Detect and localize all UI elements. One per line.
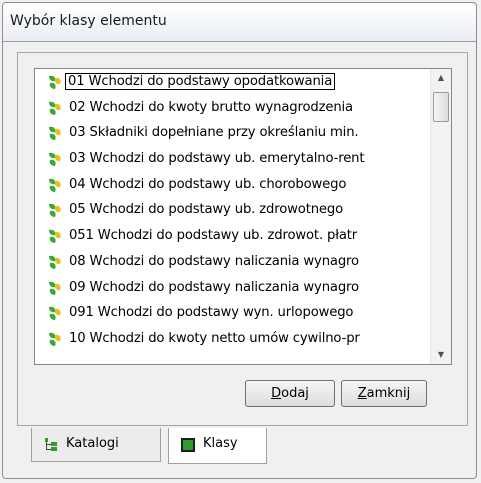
list-item-label: 03 Składniki dopełniane przy określaniu …: [69, 125, 359, 141]
dialog-window: Wybór klasy elementu 01 Wchodzi do podst…: [2, 2, 477, 479]
class-item-icon: [49, 229, 61, 244]
close-button[interactable]: Zamknij: [341, 380, 427, 407]
class-item-icon: [49, 101, 61, 115]
add-accelerator: D: [271, 386, 282, 401]
list-item[interactable]: 05 Wchodzi do podstawy ub. zdrowotnego: [35, 197, 431, 223]
tab-klasy-label: Klasy: [203, 436, 238, 451]
list-item[interactable]: 03 Składniki dopełniane przy określaniu …: [35, 120, 431, 146]
window-title: Wybór klasy elementu: [10, 13, 167, 29]
list-item[interactable]: 091 Wchodzi do podstawy wyn. urlopowego: [35, 300, 431, 326]
class-item-icon: [49, 281, 61, 295]
list-rows: 01 Wchodzi do podstawy opodatkowania 02 W…: [35, 69, 431, 352]
tab-klasy[interactable]: Klasy: [168, 428, 267, 464]
add-label: odaj: [281, 386, 309, 401]
list-item-label: 09 Wchodzi do podstawy naliczania wynagr…: [69, 279, 359, 295]
tab-panel: 01 Wchodzi do podstawy opodatkowania 02 W…: [17, 52, 468, 426]
class-item-icon: [49, 178, 61, 192]
class-item-icon: [49, 204, 61, 218]
title-bar[interactable]: Wybór klasy elementu: [3, 3, 476, 42]
scroll-down-arrow-icon[interactable]: ▼: [431, 346, 451, 364]
list-item-label: 051 Wchodzi do podstawy ub. zdrowot. pła…: [69, 228, 358, 244]
class-square-icon: [181, 438, 195, 452]
list-item-label: 02 Wchodzi do kwoty brutto wynagrodzenia: [69, 99, 353, 115]
class-item-icon: [49, 127, 61, 141]
list-item[interactable]: 01 Wchodzi do podstawy opodatkowania: [35, 69, 431, 95]
class-item-icon: [49, 152, 61, 167]
list-item[interactable]: 04 Wchodzi do podstawy ub. chorobowego: [35, 172, 431, 198]
list-item-label: 03 Wchodzi do podstawy ub. emerytalno-re…: [69, 151, 365, 167]
list-item-label: 01 Wchodzi do podstawy opodatkowania: [64, 73, 336, 90]
close-label: amknij: [366, 386, 411, 401]
vertical-scrollbar[interactable]: ▲ ▼: [430, 69, 451, 364]
list-item-label: 08 Wchodzi do podstawy naliczania wynagr…: [69, 253, 359, 269]
list-item[interactable]: 02 Wchodzi do kwoty brutto wynagrodzenia: [35, 95, 431, 121]
add-button[interactable]: Dodaj: [245, 380, 335, 407]
class-item-icon: [49, 255, 61, 269]
class-listbox[interactable]: 01 Wchodzi do podstawy opodatkowania 02 W…: [34, 68, 452, 365]
list-item-label: 091 Wchodzi do podstawy wyn. urlopowego: [69, 305, 354, 321]
class-item-icon: [49, 332, 61, 346]
list-item[interactable]: 051 Wchodzi do podstawy ub. zdrowot. pła…: [35, 223, 431, 249]
list-item[interactable]: 08 Wchodzi do podstawy naliczania wynagr…: [35, 249, 431, 275]
list-item-label: 10 Wchodzi do kwoty netto umów cywilno-p…: [69, 330, 360, 346]
list-item[interactable]: 09 Wchodzi do podstawy naliczania wynagr…: [35, 275, 431, 301]
tab-strip: Katalogi Klasy: [31, 428, 267, 464]
list-item[interactable]: 03 Wchodzi do podstawy ub. emerytalno-re…: [35, 146, 431, 172]
list-item-label: 04 Wchodzi do podstawy ub. chorobowego: [69, 176, 347, 192]
tab-katalogi-label: Katalogi: [66, 436, 119, 451]
class-item-icon: [49, 306, 61, 321]
class-item-icon: [49, 75, 61, 89]
tab-katalogi[interactable]: Katalogi: [31, 428, 161, 462]
scroll-thumb[interactable]: [433, 92, 449, 122]
close-accelerator: Z: [357, 386, 367, 401]
scroll-up-arrow-icon[interactable]: ▲: [431, 69, 451, 87]
list-item-label: 05 Wchodzi do podstawy ub. zdrowotnego: [69, 202, 344, 218]
list-item[interactable]: 10 Wchodzi do kwoty netto umów cywilno-p…: [35, 326, 431, 352]
tree-icon: [45, 438, 57, 451]
